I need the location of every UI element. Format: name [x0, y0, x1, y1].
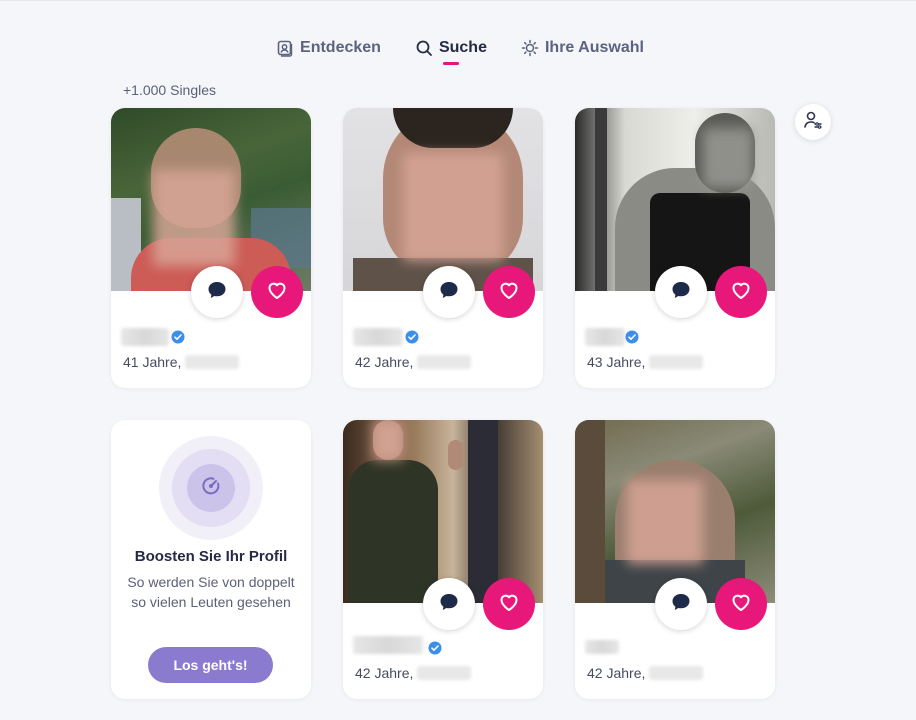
chat-bubble-icon — [670, 279, 692, 306]
heart-icon — [729, 278, 753, 307]
verified-badge-icon — [171, 330, 185, 344]
like-button[interactable] — [251, 266, 303, 318]
profile-name-redacted — [121, 328, 169, 346]
profile-age: 41 Jahre, — [123, 354, 240, 370]
profile-age: 43 Jahre, — [587, 354, 704, 370]
tab-suche-label: Suche — [438, 39, 487, 56]
boost-cta-button[interactable]: Los geht's! — [148, 647, 273, 683]
user-settings-icon — [803, 110, 823, 135]
boost-profile-card: Boosten Sie Ihr Profil So werden Sie von… — [111, 420, 311, 699]
profile-card-icon — [276, 39, 294, 57]
chat-bubble-icon — [438, 279, 460, 306]
chat-button[interactable] — [423, 266, 475, 318]
verified-badge-icon — [405, 330, 419, 344]
location-redacted — [649, 355, 704, 369]
heart-icon — [265, 278, 289, 307]
profile-photo[interactable] — [575, 108, 775, 291]
sparkle-icon — [521, 39, 539, 57]
tab-entdecken-label: Entdecken — [300, 39, 381, 56]
tab-ihre-auswahl-label: Ihre Auswahl — [544, 39, 644, 56]
like-button[interactable] — [483, 266, 535, 318]
chat-bubble-icon — [438, 591, 460, 618]
boost-title: Boosten Sie Ihr Profil — [134, 548, 288, 565]
chat-bubble-icon — [670, 591, 692, 618]
profile-name-redacted — [353, 636, 423, 654]
chat-button[interactable] — [191, 266, 243, 318]
chat-button[interactable] — [655, 266, 707, 318]
profile-card[interactable]: 42 Jahre, — [343, 108, 543, 388]
profile-age: 42 Jahre, — [355, 665, 472, 681]
profile-name-redacted — [585, 640, 619, 654]
tab-entdecken[interactable]: Entdecken — [276, 36, 381, 60]
results-count: +1.000 Singles — [123, 82, 217, 98]
location-redacted — [417, 355, 472, 369]
verified-badge-icon — [428, 641, 442, 655]
chat-bubble-icon — [206, 279, 228, 306]
chat-button[interactable] — [423, 578, 475, 630]
profile-age: 42 Jahre, — [587, 665, 704, 681]
like-button[interactable] — [483, 578, 535, 630]
top-tab-bar: Entdecken Suche Ihre Auswahl — [0, 36, 916, 60]
like-button[interactable] — [715, 266, 767, 318]
verified-badge-icon — [625, 330, 639, 344]
gauge-icon — [200, 475, 222, 502]
boost-illustration — [159, 436, 263, 540]
location-redacted — [417, 666, 472, 680]
chat-button[interactable] — [655, 578, 707, 630]
heart-icon — [729, 590, 753, 619]
like-button[interactable] — [715, 578, 767, 630]
heart-icon — [497, 278, 521, 307]
search-icon — [415, 39, 433, 57]
location-redacted — [649, 666, 704, 680]
profile-name-redacted — [585, 328, 625, 346]
location-redacted — [185, 355, 240, 369]
profile-card[interactable]: 42 Jahre, — [343, 420, 543, 699]
profile-photo[interactable] — [111, 108, 311, 291]
profile-card[interactable]: 42 Jahre, — [575, 420, 775, 699]
profile-age: 42 Jahre, — [355, 354, 472, 370]
filter-button[interactable] — [795, 104, 831, 140]
profile-card[interactable]: 43 Jahre, — [575, 108, 775, 388]
profile-photo[interactable] — [575, 420, 775, 603]
profile-card[interactable]: 41 Jahre, — [111, 108, 311, 388]
tab-suche[interactable]: Suche — [415, 36, 487, 60]
profile-photo[interactable] — [343, 420, 543, 603]
profile-name-redacted — [353, 328, 403, 346]
profile-photo[interactable] — [343, 108, 543, 291]
heart-icon — [497, 590, 521, 619]
boost-description: So werden Sie von doppelt so vielen Leut… — [127, 574, 295, 610]
tab-ihre-auswahl[interactable]: Ihre Auswahl — [521, 36, 644, 60]
